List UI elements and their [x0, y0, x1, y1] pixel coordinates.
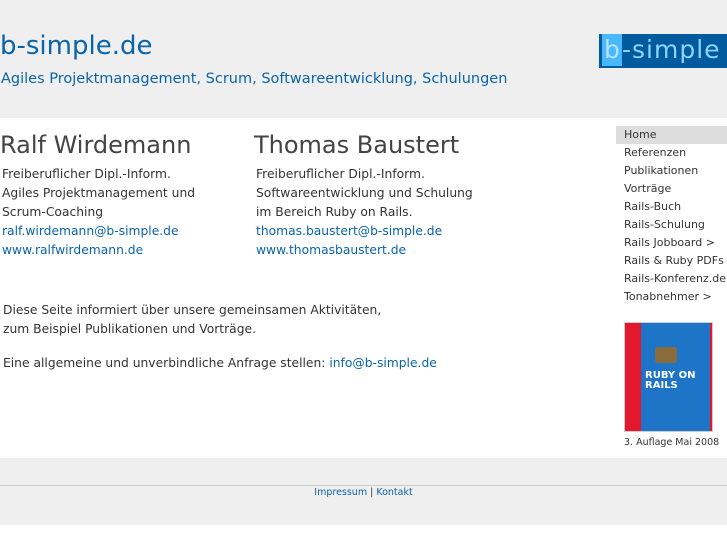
website-link[interactable]: www.thomasbaustert.de: [256, 243, 406, 257]
impressum-link[interactable]: Impressum: [314, 487, 367, 498]
email-link[interactable]: ralf.wirdemann@b-simple.de: [2, 224, 179, 238]
logo[interactable]: b-simple: [599, 34, 727, 68]
person-name: Thomas Baustert: [254, 131, 460, 159]
inquiry: Eine allgemeine und unverbindliche Anfra…: [3, 356, 437, 370]
book-cover-image[interactable]: RUBY ON RAILS: [624, 322, 713, 432]
header: b-simple.de Agiles Projektmanagement, Sc…: [0, 0, 727, 118]
suitcase-image: [655, 347, 677, 363]
person-thomas: Thomas Baustert Freiberuflicher Dipl.-In…: [254, 130, 473, 260]
book-cover-title: RUBY ON RAILS: [645, 370, 696, 391]
person-line: im Bereich Ruby on Rails.: [256, 205, 413, 219]
nav-tonabnehmer[interactable]: Tonabnehmer >: [616, 288, 727, 306]
nav-referenzen[interactable]: Referenzen: [616, 144, 727, 162]
logo-b: b: [602, 34, 622, 66]
sidebar-nav: Home Referenzen Publikationen Vorträge R…: [616, 126, 727, 306]
person-line: Softwareentwicklung und Schulung: [256, 186, 473, 200]
intro-text: Diese Seite informiert über unsere gemei…: [3, 301, 381, 339]
footer: Impressum | Kontakt: [0, 458, 727, 525]
footer-divider: [0, 485, 727, 486]
person-line: Freiberuflicher Dipl.-Inform.: [256, 167, 425, 181]
nav-home[interactable]: Home: [616, 126, 727, 144]
tagline: Agiles Projektmanagement, Scrum, Softwar…: [1, 71, 508, 87]
email-link[interactable]: thomas.baustert@b-simple.de: [256, 224, 442, 238]
nav-rails-jobboard[interactable]: Rails Jobboard >: [616, 234, 727, 252]
logo-text: -simple: [622, 35, 721, 64]
nav-rails-konferenz[interactable]: Rails-Konferenz.de: [616, 270, 727, 288]
book-caption: 3. Auflage Mai 2008: [624, 437, 720, 448]
nav-rails-schulung[interactable]: Rails-Schulung: [616, 216, 727, 234]
person-line: Freiberuflicher Dipl.-Inform.: [2, 167, 171, 181]
inquiry-email-link[interactable]: info@b-simple.de: [329, 356, 436, 370]
nav-vortraege[interactable]: Vorträge: [616, 180, 727, 198]
person-name: Ralf Wirdemann: [0, 131, 192, 159]
footer-links: Impressum | Kontakt: [0, 487, 727, 498]
footer-separator: |: [367, 487, 377, 498]
site-title[interactable]: b-simple.de: [0, 31, 152, 61]
inquiry-text: Eine allgemeine und unverbindliche Anfra…: [3, 356, 330, 370]
person-line: Agiles Projektmanagement und: [2, 186, 196, 200]
kontakt-link[interactable]: Kontakt: [376, 487, 412, 498]
website-link[interactable]: www.ralfwirdemann.de: [2, 243, 143, 257]
intro-line: Diese Seite informiert über unsere gemei…: [3, 303, 382, 317]
nav-publikationen[interactable]: Publikationen: [616, 162, 727, 180]
person-line: Scrum-Coaching: [2, 205, 104, 219]
intro-line: zum Beispiel Publikationen und Vorträge.: [3, 322, 256, 336]
person-ralf: Ralf Wirdemann Freiberuflicher Dipl.-Inf…: [0, 130, 195, 260]
nav-rails-ruby-pdfs[interactable]: Rails & Ruby PDFs: [616, 252, 727, 270]
nav-rails-buch[interactable]: Rails-Buch: [616, 198, 727, 216]
